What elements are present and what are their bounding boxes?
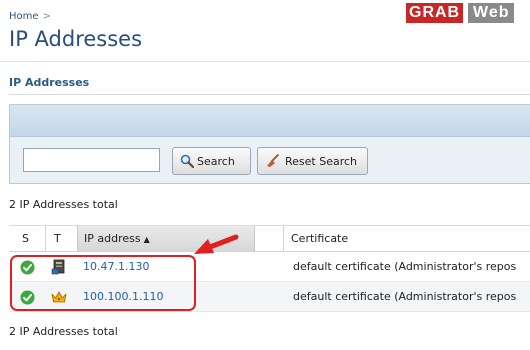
section-title: IP Addresses <box>9 76 90 89</box>
page-title: IP Addresses <box>9 27 143 51</box>
column-header-type[interactable]: T <box>54 226 61 252</box>
certificate-cell: default certificate (Administrator's rep… <box>293 290 517 303</box>
column-header-ip-label: IP address <box>84 232 141 245</box>
search-input[interactable] <box>23 148 160 172</box>
reset-button-label: Reset Search <box>285 155 358 168</box>
broom-icon <box>267 154 279 167</box>
logo-part-grab: GRAB <box>406 3 464 23</box>
highlight-annotation <box>10 255 196 311</box>
section-divider <box>9 94 530 95</box>
search-button-label: Search <box>197 155 235 168</box>
header-divider <box>0 61 530 62</box>
breadcrumb-home-link[interactable]: Home <box>9 11 39 22</box>
breadcrumb: Home > <box>9 11 51 22</box>
certificate-cell: default certificate (Administrator's rep… <box>293 260 517 273</box>
sort-ascending-icon: ▲ <box>143 235 150 244</box>
logo-part-web: Web <box>468 3 515 23</box>
column-divider <box>45 226 46 252</box>
breadcrumb-separator: > <box>42 11 51 22</box>
column-header-status[interactable]: S <box>22 226 29 252</box>
total-count: 2 IP Addresses total <box>9 198 118 211</box>
column-header-certificate[interactable]: Certificate <box>291 226 348 252</box>
column-divider <box>283 226 284 252</box>
reset-search-button[interactable]: Reset Search <box>257 147 368 175</box>
search-button[interactable]: Search <box>172 147 251 175</box>
annotation-arrow-icon <box>194 234 239 254</box>
watermark-logo: GRAB Web <box>404 0 530 26</box>
table-header: S T IP address ▲ Certificate <box>9 225 530 252</box>
search-toolbar: Search Reset Search <box>9 104 530 184</box>
magnifier-icon <box>180 154 194 168</box>
total-count-bottom: 2 IP Addresses total <box>9 325 118 338</box>
toolbar-header-band <box>10 105 530 137</box>
